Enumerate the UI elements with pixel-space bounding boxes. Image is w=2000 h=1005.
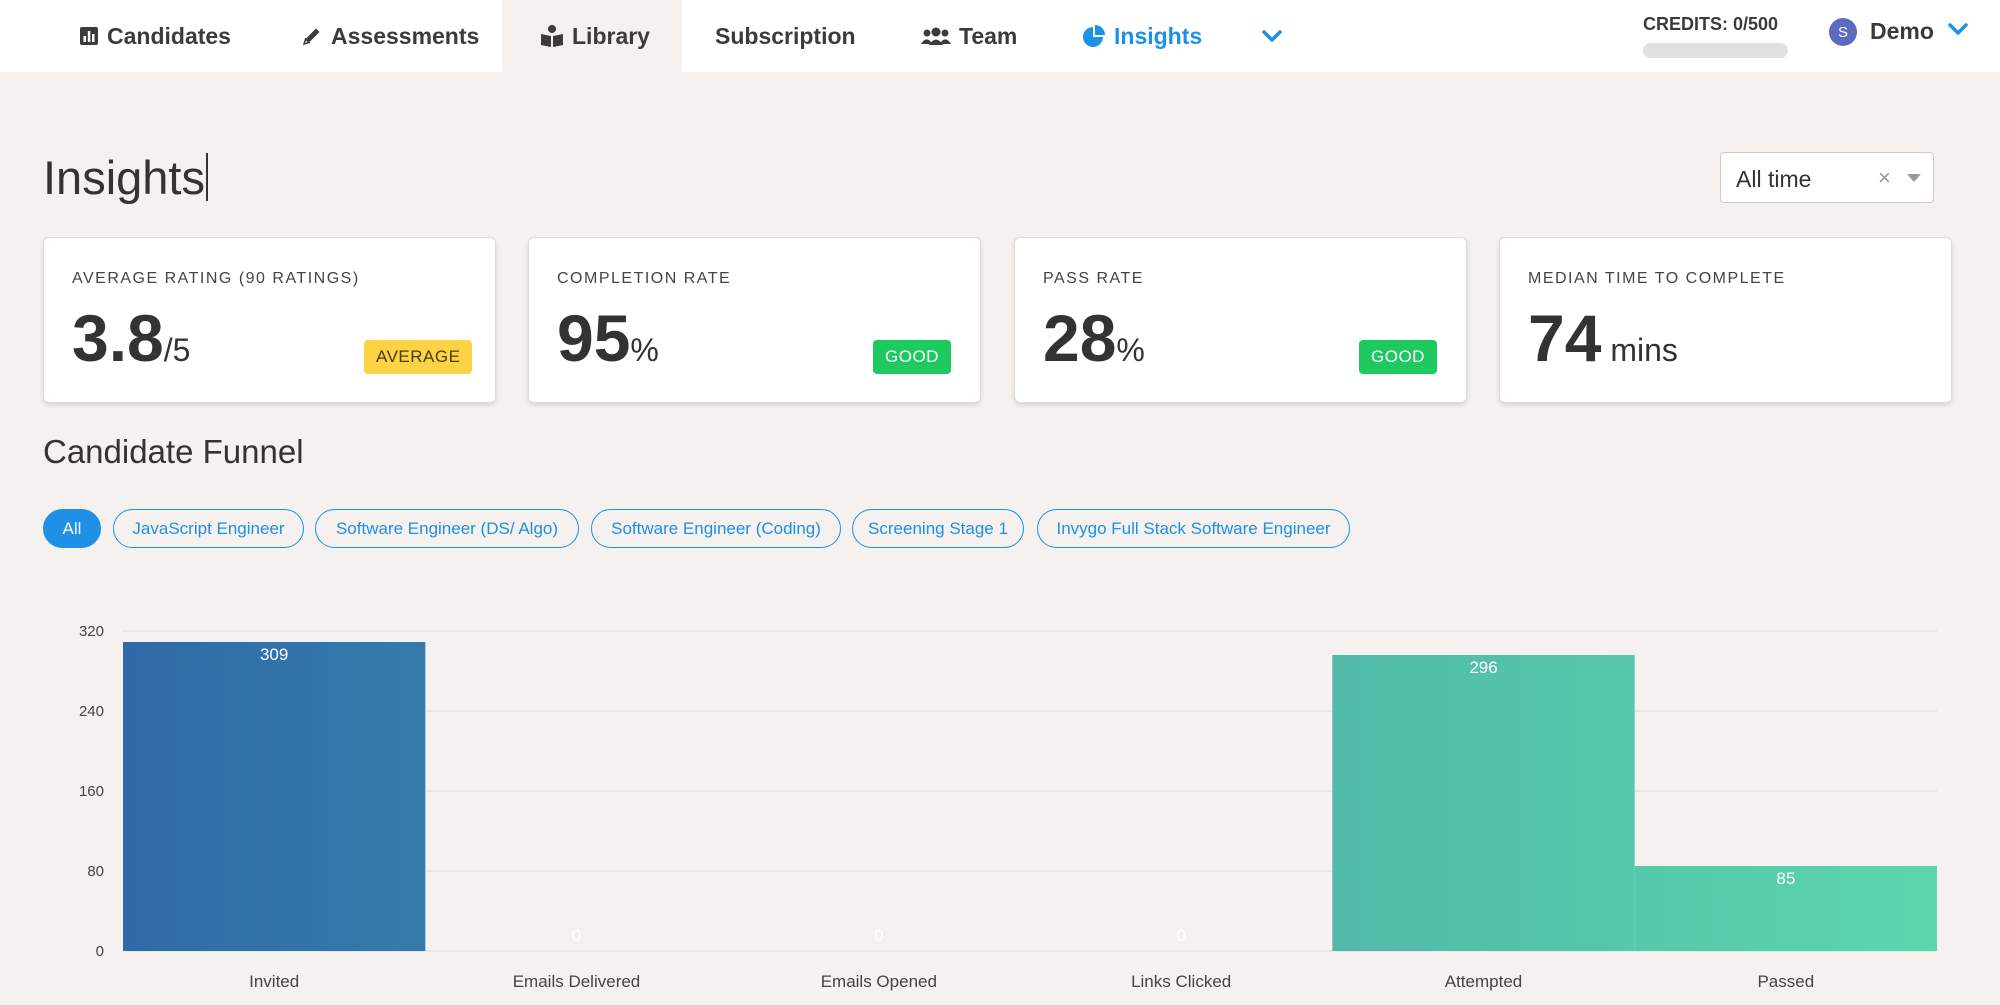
- date-range-value: All time: [1736, 166, 1812, 192]
- stat-label: PASS RATE: [1043, 270, 1144, 287]
- nav-subscription[interactable]: Subscription: [715, 0, 856, 72]
- stat-card-average-rating: AVERAGE RATING (90 RATINGS) 3.8/5 AVERAG…: [43, 237, 496, 403]
- nav-team[interactable]: Team: [921, 0, 1017, 72]
- stat-unit: %: [630, 332, 659, 368]
- clear-icon[interactable]: ×: [1878, 165, 1891, 191]
- y-tick-label: 320: [79, 623, 104, 640]
- dropdown-arrow-icon[interactable]: [1907, 174, 1921, 182]
- stat-label: COMPLETION RATE: [557, 270, 732, 287]
- status-badge: AVERAGE: [364, 340, 473, 374]
- page-title: Insights: [43, 151, 205, 204]
- filter-pill-screening-stage-1[interactable]: Screening Stage 1: [852, 509, 1024, 548]
- x-tick-label: Links Clicked: [1131, 972, 1231, 991]
- status-badge: GOOD: [873, 340, 951, 374]
- stat-value: 28%: [1043, 300, 1145, 376]
- stat-number: 3.8: [72, 301, 164, 375]
- book-reader-icon: [541, 25, 563, 47]
- nav-candidates[interactable]: Candidates: [79, 0, 231, 72]
- nav-assessments[interactable]: Assessments: [301, 0, 479, 72]
- bar-value-label: 0: [572, 926, 581, 945]
- filter-pill-javascript-engineer[interactable]: JavaScript Engineer: [113, 509, 304, 548]
- chart-bar[interactable]: [123, 642, 426, 951]
- nav-assessments-label: Assessments: [331, 22, 480, 49]
- top-nav: Candidates Assessments Library Subscript…: [0, 0, 2000, 72]
- x-tick-label: Attempted: [1445, 972, 1523, 991]
- x-tick-label: Emails Opened: [821, 972, 937, 991]
- filter-pill-software-engineer-coding[interactable]: Software Engineer (Coding): [591, 509, 841, 548]
- stat-label: AVERAGE RATING (90 RATINGS): [72, 270, 360, 287]
- nav-insights-label: Insights: [1114, 22, 1203, 49]
- candidate-funnel-chart: 0 80 160 240 320 309 Invited 0 Emails Delivered…: [79, 623, 1937, 991]
- stat-value: 95%: [557, 300, 659, 376]
- stat-number: 74: [1528, 301, 1602, 375]
- pie-chart-icon: [1083, 25, 1105, 47]
- users-icon: [921, 27, 951, 45]
- nav-more-button[interactable]: [1262, 0, 1282, 72]
- filter-pill-invygo-full-stack[interactable]: Invygo Full Stack Software Engineer: [1037, 509, 1350, 548]
- y-tick-label: 0: [96, 943, 104, 960]
- status-badge: GOOD: [1359, 340, 1437, 374]
- nav-insights[interactable]: Insights: [1082, 0, 1202, 72]
- user-menu-name[interactable]: Demo: [1870, 18, 1934, 45]
- filter-pill-all[interactable]: All: [43, 509, 101, 548]
- stat-number: 95: [557, 301, 631, 375]
- stat-value: 3.8/5: [72, 300, 190, 376]
- stat-card-completion-rate: COMPLETION RATE 95% GOOD: [528, 237, 981, 403]
- stat-number: 28: [1043, 301, 1117, 375]
- x-tick-label: Passed: [1757, 972, 1814, 991]
- stat-unit: /5: [163, 332, 191, 368]
- chart-bar[interactable]: [1332, 655, 1635, 951]
- credits-widget: CREDITS: 0/500: [1643, 14, 1788, 58]
- user-menu-chevron-icon[interactable]: [1948, 22, 1968, 36]
- nav-library[interactable]: Library: [502, 0, 682, 72]
- x-tick-label: Emails Delivered: [513, 972, 641, 991]
- bar-value-label: 309: [260, 645, 288, 664]
- nav-library-label: Library: [572, 22, 650, 49]
- y-tick-label: 160: [79, 783, 104, 800]
- bar-chart-icon: [80, 27, 98, 45]
- bar-value-label: 85: [1776, 869, 1795, 888]
- nav-candidates-label: Candidates: [107, 22, 231, 49]
- nav-subscription-label: Subscription: [715, 22, 856, 49]
- avatar[interactable]: S: [1829, 18, 1857, 46]
- stat-card-pass-rate: PASS RATE 28% GOOD: [1014, 237, 1467, 403]
- text-cursor: [206, 153, 208, 201]
- y-tick-label: 240: [79, 703, 104, 720]
- x-tick-label: Invited: [249, 972, 299, 991]
- bar-value-label: 296: [1469, 658, 1497, 677]
- section-title-candidate-funnel: Candidate Funnel: [43, 433, 304, 470]
- pencil-icon: [302, 28, 320, 46]
- date-range-select[interactable]: All time ×: [1720, 152, 1934, 203]
- bar-value-label: 0: [1176, 926, 1185, 945]
- credits-label: CREDITS: 0/500: [1643, 14, 1779, 34]
- y-tick-label: 80: [87, 863, 104, 880]
- stat-unit: mins: [1601, 332, 1678, 368]
- stat-unit: %: [1116, 332, 1145, 368]
- credits-progress-bar: [1643, 43, 1788, 58]
- stat-label: MEDIAN TIME TO COMPLETE: [1528, 270, 1786, 287]
- filter-pill-software-engineer-ds-algo[interactable]: Software Engineer (DS/ Algo): [315, 509, 579, 548]
- nav-team-label: Team: [959, 22, 1018, 49]
- stat-card-median-time: MEDIAN TIME TO COMPLETE 74 mins: [1499, 237, 1952, 403]
- chevron-down-icon: [1262, 30, 1282, 42]
- stat-value: 74 mins: [1528, 300, 1678, 376]
- bar-value-label: 0: [874, 926, 883, 945]
